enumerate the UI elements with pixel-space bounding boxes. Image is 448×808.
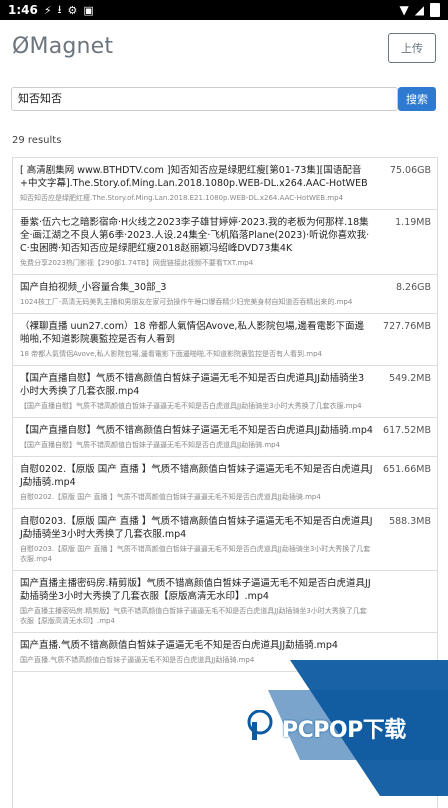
upload-button[interactable]: 上传 [388, 33, 436, 63]
item-title[interactable]: 自慰0203.【原版 国产 直播 】气质不错高颜值白皙妹子逼逼无毛不知是否白虎道… [20, 515, 373, 541]
results-list: [ 高清剧集网 www.BTHDTV.com ]知否知否应是绿肥红瘦[第01-7… [12, 157, 438, 808]
status-time: 1:46 [8, 3, 38, 17]
item-title[interactable]: [ 高清剧集网 www.BTHDTV.com ]知否知否应是绿肥红瘦[第01-7… [20, 164, 373, 190]
item-title[interactable]: 【国产直播自慰】气质不错高颜值白皙妹子逼逼无毛不知是否白虎道具JJ勐插骑坐3小时… [20, 372, 373, 398]
app-logo[interactable]: ØMagnet [12, 34, 113, 59]
item-title[interactable]: 垂紫·伍六七之暗影宿命·H火线之2023李子雄甘婷婷·2023.我的老板为何那样… [20, 216, 373, 255]
item-size [373, 577, 431, 626]
list-item[interactable]: 自慰0202.【原版 国产 直播 】气质不错高颜值白皙妹子逼逼无毛不知是否白虎道… [13, 457, 437, 509]
list-item[interactable]: [ 高清剧集网 www.BTHDTV.com ]知否知否应是绿肥红瘦[第01-7… [13, 158, 437, 210]
item-file: 知否知否应是绿肥红瘦.The.Story.of.Ming.Lan.2018.E2… [20, 194, 344, 202]
item-size: 75.06GB [389, 165, 431, 176]
item-size: 549.2MB [389, 373, 431, 384]
item-file: 国产直播.气质不错高颜值白皙妹子逼逼无毛不知是否白虎道具JJ勐插骑.mp4 [20, 656, 255, 664]
search-input[interactable]: 知否知否 [11, 87, 398, 111]
list-item[interactable]: 国产直播主播密码房.精剪版】气质不错高颜值白皙妹子逼逼无毛不知是否白虎道具JJ勐… [13, 571, 437, 633]
item-file: 自慰0202.【原版 国产 直播 】气质不错高颜值白皙妹子逼逼无毛不知是否白虎道… [20, 493, 321, 501]
list-item[interactable]: （裸聊直播 uun27.com）18 帝都人氣情侶Avove,私人影院包場,邊看… [13, 314, 437, 366]
list-item[interactable]: 自慰0203.【原版 国产 直播 】气质不错高颜值白皙妹子逼逼无毛不知是否白虎道… [13, 509, 437, 571]
status-bar: 1:46 ⚡ ⭳ ⚙ ▣ ▼ ◢ [0, 0, 448, 20]
item-title[interactable]: 国产自拍视频_小容量合集_30部_3 [20, 281, 373, 294]
item-file: 自慰0203.【原版 国产 直播 】气质不错高颜值白皙妹子逼逼无毛不知是否白虎道… [20, 545, 371, 563]
list-item[interactable]: 【国产直播自慰】气质不错高颜值白皙妹子逼逼无毛不知是否白虎道具JJ勐插骑坐3小时… [13, 366, 437, 418]
thunder-icon: ⚡ [43, 3, 52, 17]
item-file: 18 帝都人氣情侶Avove,私人影院包場,邊看電影下面邊啪啪,不知道影院裏監控… [20, 350, 323, 358]
results-count: 29 results [12, 135, 62, 146]
item-size: 588.3MB [389, 516, 431, 527]
item-size: 8.26GB [395, 282, 431, 293]
item-file: 免费分享2023热门影视【290部1.74TB】网盘链接此视频不要看TXT.mp… [20, 259, 254, 267]
item-title[interactable]: 【国产直播自慰】气质不错高颜值白皙妹子逼逼无毛不知是否白虎道具JJ勐插骑.mp4 [20, 424, 373, 437]
item-file: 国产直播主播密码房.精剪版】气质不错高颜值白皙妹子逼逼无毛不知是否白虎道具JJ勐… [20, 607, 367, 625]
item-title[interactable]: 自慰0202.【原版 国产 直播 】气质不错高颜值白皙妹子逼逼无毛不知是否白虎道… [20, 463, 373, 489]
item-size: 727.76MB [383, 321, 431, 332]
status-right: ▼ ◢ [400, 3, 440, 17]
item-size: 617.52MB [383, 425, 431, 436]
item-size: 1.19MB [395, 217, 431, 228]
item-title[interactable]: 国产直播主播密码房.精剪版】气质不错高颜值白皙妹子逼逼无毛不知是否白虎道具JJ勐… [20, 577, 373, 603]
wifi-icon: ▼ [399, 3, 409, 17]
list-item[interactable]: 国产直播.气质不错高颜值白皙妹子逼逼无毛不知是否白虎道具JJ勐插骑.mp4 国产… [13, 633, 437, 672]
item-size: 651.66MB [383, 464, 431, 475]
gear-icon: ⚙ [67, 3, 78, 17]
item-title[interactable]: 国产直播.气质不错高颜值白皙妹子逼逼无毛不知是否白虎道具JJ勐插骑.mp4 [20, 639, 373, 652]
item-file: 1024核工厂-高清无码美乳主播和男朋友在家可劲操作午睡口爆吞精少妇完美身材自知… [20, 298, 353, 306]
list-item[interactable]: 【国产直播自慰】气质不错高颜值白皙妹子逼逼无毛不知是否白虎道具JJ勐插骑.mp4… [13, 418, 437, 457]
item-file: 【国产直播自慰】气质不错高颜值白皙妹子逼逼无毛不知是否白虎道具JJ勐插骑坐3小时… [20, 402, 362, 410]
item-size [373, 639, 431, 665]
search-button[interactable]: 搜索 [398, 87, 436, 111]
battery-icon [430, 3, 440, 17]
item-title[interactable]: （裸聊直播 uun27.com）18 帝都人氣情侶Avove,私人影院包場,邊看… [20, 320, 373, 346]
signal-icon: ◢ [414, 3, 424, 17]
item-file: 【国产直播自慰】气质不错高颜值白皙妹子逼逼无毛不知是否白虎道具JJ勐插骑.mp4 [20, 441, 281, 449]
list-item[interactable]: 垂紫·伍六七之暗影宿命·H火线之2023李子雄甘婷婷·2023.我的老板为何那样… [13, 210, 437, 275]
list-item[interactable]: 国产自拍视频_小容量合集_30部_3 1024核工厂-高清无码美乳主播和男朋友在… [13, 275, 437, 314]
download-icon: ⭳ [57, 2, 62, 16]
app-icon: ▣ [83, 3, 94, 17]
